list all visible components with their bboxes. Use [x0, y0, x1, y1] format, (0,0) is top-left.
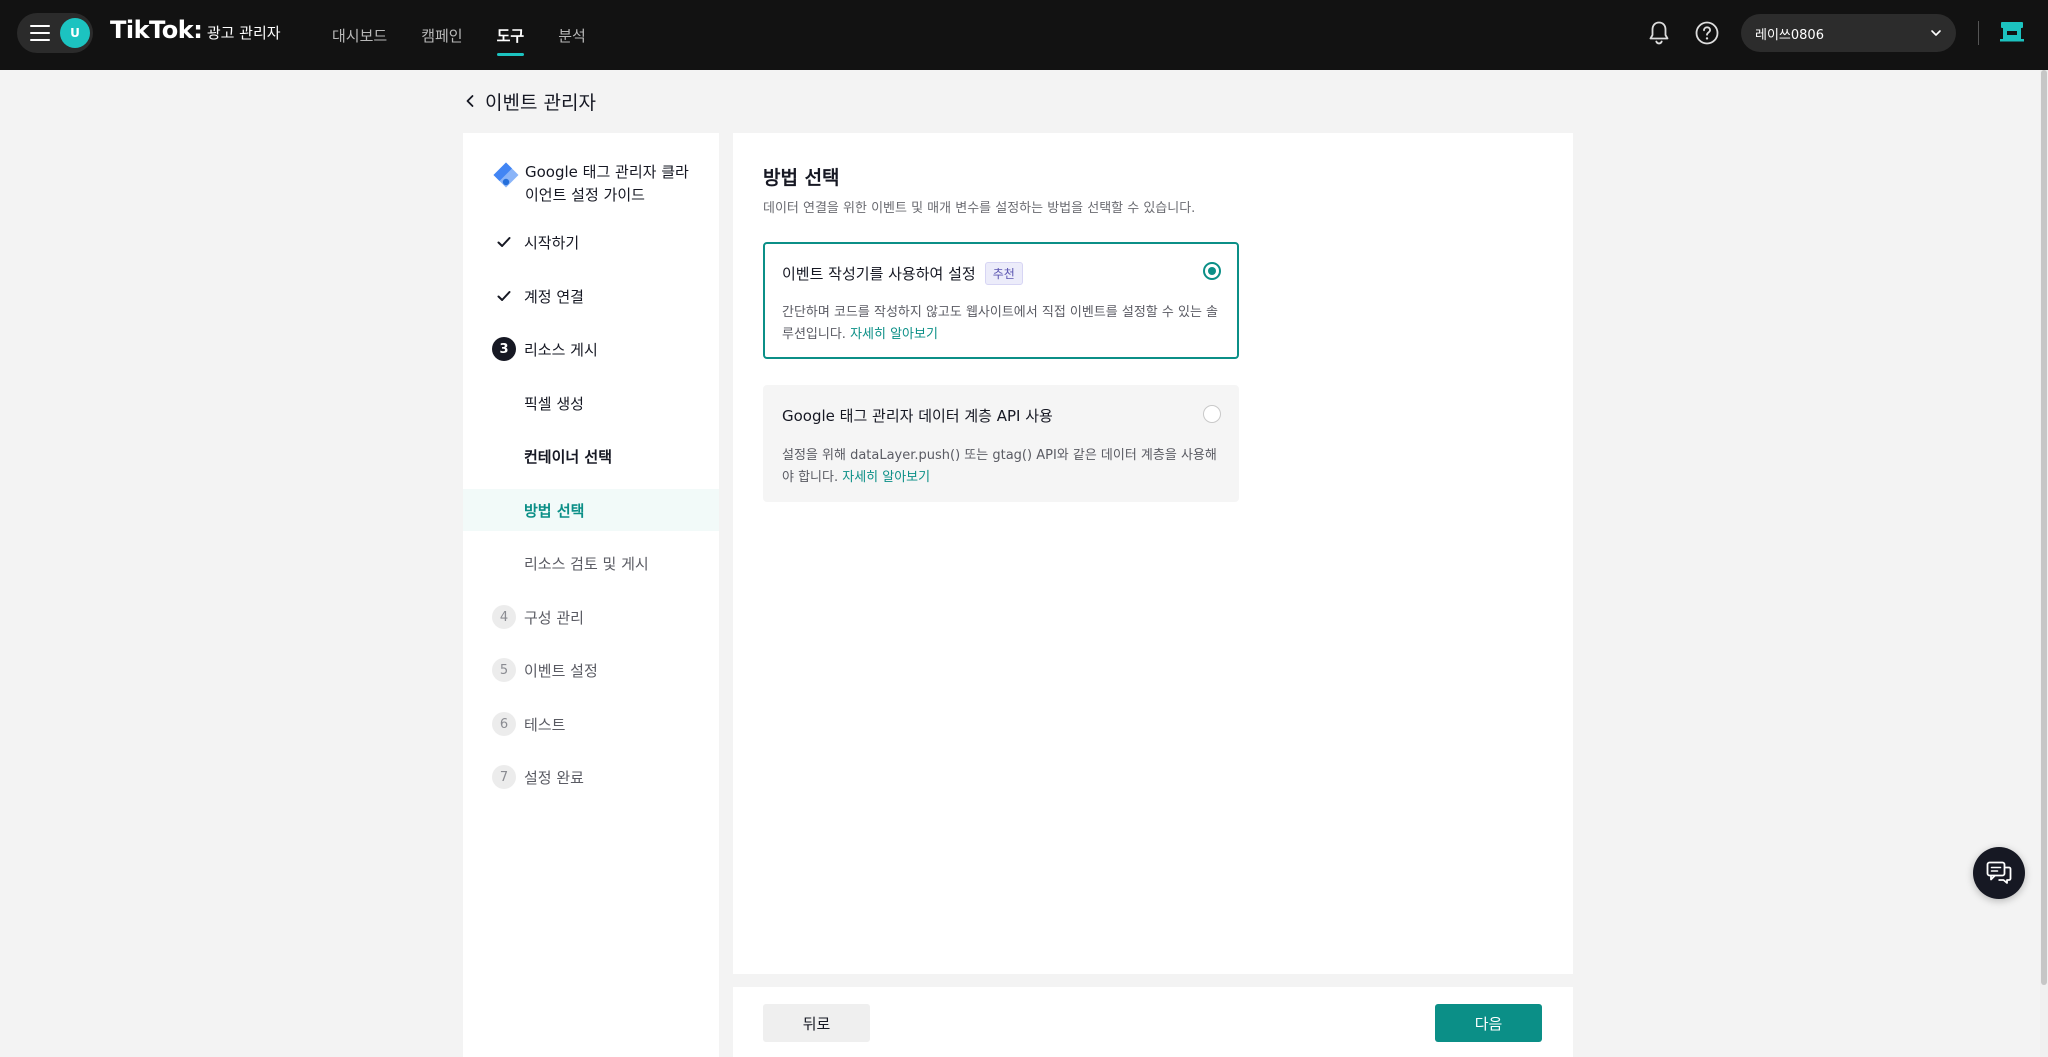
option-title-row: Google 태그 관리자 데이터 계층 API 사용 — [782, 405, 1053, 426]
back-button[interactable]: 뒤로 — [763, 1004, 870, 1042]
account-selector[interactable]: 레이쓰0806 — [1741, 14, 1956, 52]
step-setup-complete[interactable]: 7 설정 완료 — [463, 756, 719, 798]
help-icon[interactable] — [1695, 21, 1719, 45]
recommended-badge: 추천 — [984, 262, 1023, 285]
guide-title: Google 태그 관리자 클라이언트 설정 가이드 — [525, 163, 689, 204]
step-test[interactable]: 6 테스트 — [463, 703, 719, 745]
nav-item-analytics[interactable]: 분석 — [558, 0, 586, 70]
support-chat-button[interactable] — [1973, 847, 2025, 899]
guide-header: Google 태그 관리자 클라이언트 설정 가이드 — [492, 161, 695, 207]
step-number-badge: 6 — [492, 712, 516, 736]
logo-colon: : — [193, 16, 203, 44]
main-menu-button[interactable]: U — [17, 13, 93, 53]
chevron-down-icon — [1931, 30, 1941, 36]
radio-button-selected[interactable] — [1203, 262, 1221, 280]
step-event-setup[interactable]: 5 이벤트 설정 — [463, 649, 719, 691]
learn-more-link[interactable]: 자세히 알아보기 — [850, 327, 938, 342]
bell-icon[interactable] — [1647, 20, 1671, 46]
step-label: 리소스 게시 — [524, 340, 598, 359]
chat-icon — [1986, 861, 2012, 884]
option-description: 간단하며 코드를 작성하지 않고도 웹사이트에서 직접 이벤트를 설정할 수 있… — [782, 302, 1222, 346]
next-button[interactable]: 다음 — [1435, 1004, 1542, 1042]
scrollbar-thumb[interactable] — [2041, 70, 2047, 985]
avatar: U — [60, 18, 90, 48]
page-scrollbar[interactable] — [2040, 70, 2048, 1057]
step-connect-account[interactable]: 계정 연결 — [463, 275, 719, 317]
option-description: 설정을 위해 dataLayer.push() 또는 gtag() API와 같… — [782, 445, 1222, 489]
account-name: 레이쓰0806 — [1755, 27, 1824, 43]
logo-product-name: 광고 관리자 — [206, 24, 281, 42]
step-number-badge: 7 — [492, 765, 516, 789]
step-number-badge: 4 — [492, 605, 516, 629]
step-label: 설정 완료 — [524, 768, 584, 787]
option-event-builder[interactable]: 이벤트 작성기를 사용하여 설정 추천 간단하며 코드를 작성하지 않고도 웹사… — [763, 242, 1239, 359]
section-title: 방법 선택 — [763, 167, 840, 189]
option-title-row: 이벤트 작성기를 사용하여 설정 추천 — [782, 262, 1023, 285]
chevron-left-icon[interactable] — [463, 94, 477, 108]
wizard-footer: 뒤로 다음 — [733, 987, 1573, 1057]
method-selection-panel: 방법 선택 데이터 연결을 위한 이벤트 및 매개 변수를 설정하는 방법을 선… — [733, 133, 1573, 974]
step-number-badge: 3 — [492, 337, 516, 361]
step-label: 테스트 — [524, 715, 566, 734]
top-navigation-bar: U TikTok : 광고 관리자 대시보드 캠페인 도구 분석 레이쓰0806 — [0, 0, 2048, 70]
step-manage-configuration[interactable]: 4 구성 관리 — [463, 596, 719, 638]
step-label: 이벤트 설정 — [524, 661, 598, 680]
logo-brand: TikTok — [110, 16, 194, 44]
step-publish-resources[interactable]: 3 리소스 게시 — [463, 328, 719, 370]
option-datalayer-api[interactable]: Google 태그 관리자 데이터 계층 API 사용 설정을 위해 dataL… — [763, 385, 1239, 502]
radio-button-unselected[interactable] — [1203, 405, 1221, 423]
nav-item-tools[interactable]: 도구 — [496, 0, 524, 70]
substep-select-method[interactable]: 방법 선택 — [463, 489, 719, 531]
section-description: 데이터 연결을 위한 이벤트 및 매개 변수를 설정하는 방법을 선택할 수 있… — [763, 201, 1196, 216]
substep-create-pixel[interactable]: 픽셀 생성 — [463, 382, 719, 424]
option-title: 이벤트 작성기를 사용하여 설정 — [782, 265, 976, 283]
hamburger-icon — [30, 25, 50, 41]
header-divider — [1978, 21, 1979, 45]
page-title: 이벤트 관리자 — [485, 91, 596, 114]
option-title: Google 태그 관리자 데이터 계층 API 사용 — [782, 407, 1053, 425]
check-icon — [492, 230, 516, 254]
step-label: 계정 연결 — [524, 287, 584, 306]
shop-icon[interactable] — [1999, 19, 2025, 43]
page-header: 이벤트 관리자 — [463, 86, 596, 116]
step-number-badge: 5 — [492, 658, 516, 682]
step-getting-started[interactable]: 시작하기 — [463, 221, 719, 263]
tiktok-ads-manager-logo[interactable]: TikTok : 광고 관리자 — [110, 16, 281, 48]
check-icon — [492, 284, 516, 308]
nav-item-dashboard[interactable]: 대시보드 — [332, 0, 387, 70]
top-nav: 대시보드 캠페인 도구 분석 — [332, 0, 620, 70]
step-label: 구성 관리 — [524, 608, 584, 627]
substep-select-container[interactable]: 컨테이너 선택 — [463, 435, 719, 477]
learn-more-link[interactable]: 자세히 알아보기 — [842, 470, 930, 485]
setup-steps-sidebar: Google 태그 관리자 클라이언트 설정 가이드 시작하기 계정 연결 3 … — [463, 133, 719, 1057]
google-tag-manager-icon — [493, 162, 519, 188]
nav-item-campaign[interactable]: 캠페인 — [421, 0, 462, 70]
substep-review-publish[interactable]: 리소스 검토 및 게시 — [463, 542, 719, 584]
step-label: 시작하기 — [524, 233, 580, 252]
option-description-text: 간단하며 코드를 작성하지 않고도 웹사이트에서 직접 이벤트를 설정할 수 있… — [782, 305, 1219, 342]
